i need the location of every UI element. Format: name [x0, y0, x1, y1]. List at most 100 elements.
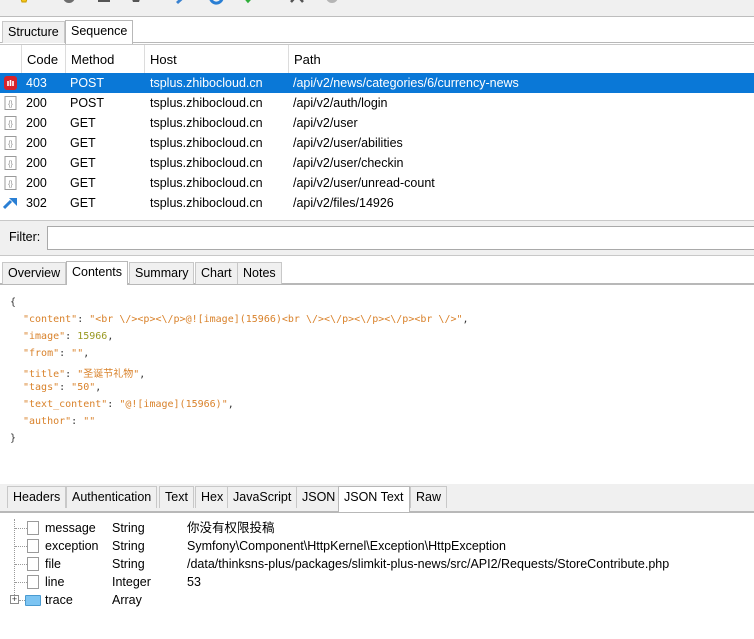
- row-host: tsplus.zhibocloud.cn: [150, 116, 263, 130]
- document-icon: [27, 521, 39, 535]
- record-icon[interactable]: [61, 0, 77, 9]
- json-line-content: "content": "<br \/><p><\/p>@![image](159…: [23, 314, 469, 325]
- tree-node-line[interactable]: line Integer 53: [0, 573, 754, 591]
- json-line-title: "title": "圣诞节礼物",: [23, 369, 146, 380]
- json-doc-icon: {}: [4, 96, 17, 110]
- row-method: POST: [70, 76, 105, 90]
- tab-contents[interactable]: Contents: [66, 261, 129, 285]
- row-path: /api/v2/user: [293, 116, 358, 130]
- row-path: /api/v2/news/categories/6/currency-news: [293, 76, 519, 90]
- tree-node-file[interactable]: file String /data/thinksns-plus/packages…: [0, 555, 754, 573]
- svg-text:{}: {}: [8, 161, 13, 168]
- row-host: tsplus.zhibocloud.cn: [150, 196, 263, 210]
- tree-node-trace[interactable]: + trace Array: [0, 591, 754, 609]
- row-path: /api/v2/user/checkin: [293, 156, 404, 170]
- row-code: 200: [26, 96, 47, 110]
- node-value: /data/thinksns-plus/packages/slimkit-plu…: [187, 557, 670, 571]
- row-code: 200: [26, 136, 47, 150]
- viewer-tabs: Headers Authentication Text Hex JavaScri…: [0, 484, 754, 512]
- row-method: GET: [70, 196, 96, 210]
- checkmark-icon[interactable]: [242, 0, 258, 9]
- filter-bar: Filter:: [0, 220, 754, 256]
- column-header-method[interactable]: Method: [66, 45, 145, 73]
- tab-json[interactable]: JSON: [296, 486, 342, 508]
- trash-icon[interactable]: [128, 0, 144, 9]
- row-code: 403: [26, 76, 47, 90]
- node-name: message: [45, 521, 96, 535]
- table-row[interactable]: 302 GET tsplus.zhibocloud.cn /api/v2/fil…: [0, 193, 754, 213]
- row-host: tsplus.zhibocloud.cn: [150, 76, 263, 90]
- node-value: Symfony\Component\HttpKernel\Exception\H…: [187, 539, 506, 553]
- table-row[interactable]: {} 200 GET tsplus.zhibocloud.cn /api/v2/…: [0, 173, 754, 193]
- table-row[interactable]: {} 200 GET tsplus.zhibocloud.cn /api/v2/…: [0, 153, 754, 173]
- sequence-table: Code Method Host Path 403 POST tsplus.zh…: [0, 44, 754, 220]
- tree-guide-line: [15, 546, 27, 547]
- tree-node-message[interactable]: message String 你没有权限投稿: [0, 519, 754, 537]
- request-body-text[interactable]: { "content": "<br \/><p><\/p>@![image](1…: [0, 284, 754, 484]
- node-type: Array: [112, 593, 142, 607]
- tab-hex[interactable]: Hex: [195, 486, 230, 508]
- filter-input[interactable]: [47, 226, 754, 250]
- row-host: tsplus.zhibocloud.cn: [150, 136, 263, 150]
- node-name: trace: [45, 593, 73, 607]
- document-icon: [27, 539, 39, 553]
- tab-structure[interactable]: Structure: [2, 21, 65, 43]
- expand-icon[interactable]: +: [10, 595, 19, 604]
- column-header-path[interactable]: Path: [289, 45, 754, 73]
- json-line-tags: "tags": "50",: [23, 382, 102, 393]
- table-row[interactable]: {} 200 POST tsplus.zhibocloud.cn /api/v2…: [0, 93, 754, 113]
- tree-node-exception[interactable]: exception String Symfony\Component\HttpK…: [0, 537, 754, 555]
- row-method: GET: [70, 136, 96, 150]
- row-method: GET: [70, 156, 96, 170]
- table-row[interactable]: 403 POST tsplus.zhibocloud.cn /api/v2/ne…: [0, 73, 754, 93]
- tab-sequence[interactable]: Sequence: [65, 20, 134, 44]
- json-close-brace: }: [10, 433, 17, 444]
- table-row[interactable]: {} 200 GET tsplus.zhibocloud.cn /api/v2/…: [0, 133, 754, 153]
- tab-authentication[interactable]: Authentication: [66, 486, 158, 508]
- json-doc-icon: {}: [4, 176, 17, 190]
- refresh-icon[interactable]: [208, 0, 224, 9]
- printer-icon[interactable]: [96, 0, 112, 9]
- tree-guide-line: [15, 582, 27, 583]
- tab-chart[interactable]: Chart: [195, 262, 238, 284]
- tree-guide-line: [15, 564, 27, 565]
- tab-javascript[interactable]: JavaScript: [227, 486, 298, 508]
- tab-raw[interactable]: Raw: [410, 486, 448, 508]
- row-path: /api/v2/files/14926: [293, 196, 394, 210]
- document-icon: [27, 557, 39, 571]
- json-line-image: "image": 15966,: [23, 331, 114, 342]
- pen-icon[interactable]: [174, 0, 190, 9]
- row-host: tsplus.zhibocloud.cn: [150, 96, 263, 110]
- svg-text:{}: {}: [8, 101, 13, 108]
- toolbar: [0, 0, 754, 17]
- svg-text:{}: {}: [8, 141, 13, 148]
- table-row[interactable]: {} 200 GET tsplus.zhibocloud.cn /api/v2/…: [0, 113, 754, 133]
- tab-summary[interactable]: Summary: [129, 262, 195, 284]
- tab-overview[interactable]: Overview: [2, 262, 67, 284]
- tree-guide-line: [15, 528, 27, 529]
- tab-headers[interactable]: Headers: [7, 486, 67, 508]
- row-path: /api/v2/auth/login: [293, 96, 388, 110]
- lightbulb-icon[interactable]: [16, 0, 32, 9]
- json-open-brace: {: [10, 297, 17, 308]
- row-host: tsplus.zhibocloud.cn: [150, 156, 263, 170]
- redirect-icon: [3, 198, 17, 210]
- document-icon: [27, 575, 39, 589]
- row-path: /api/v2/user/unread-count: [293, 176, 435, 190]
- svg-text:{}: {}: [8, 121, 13, 128]
- gear-icon[interactable]: [324, 0, 340, 9]
- tab-text[interactable]: Text: [159, 486, 194, 508]
- json-line-text-content: "text_content": "@![image](15966)",: [23, 399, 234, 410]
- tools-icon[interactable]: [289, 0, 305, 9]
- tab-json-text[interactable]: JSON Text: [338, 486, 410, 512]
- column-header-host[interactable]: Host: [145, 45, 289, 73]
- tab-notes[interactable]: Notes: [237, 262, 282, 284]
- table-header: Code Method Host Path: [0, 45, 754, 73]
- blocked-icon: [4, 76, 17, 90]
- node-type: Integer: [112, 575, 151, 589]
- node-name: exception: [45, 539, 99, 553]
- node-type: String: [112, 539, 145, 553]
- column-header-code[interactable]: Code: [22, 45, 66, 73]
- json-doc-icon: {}: [4, 116, 17, 130]
- json-line-from: "from": "",: [23, 348, 90, 359]
